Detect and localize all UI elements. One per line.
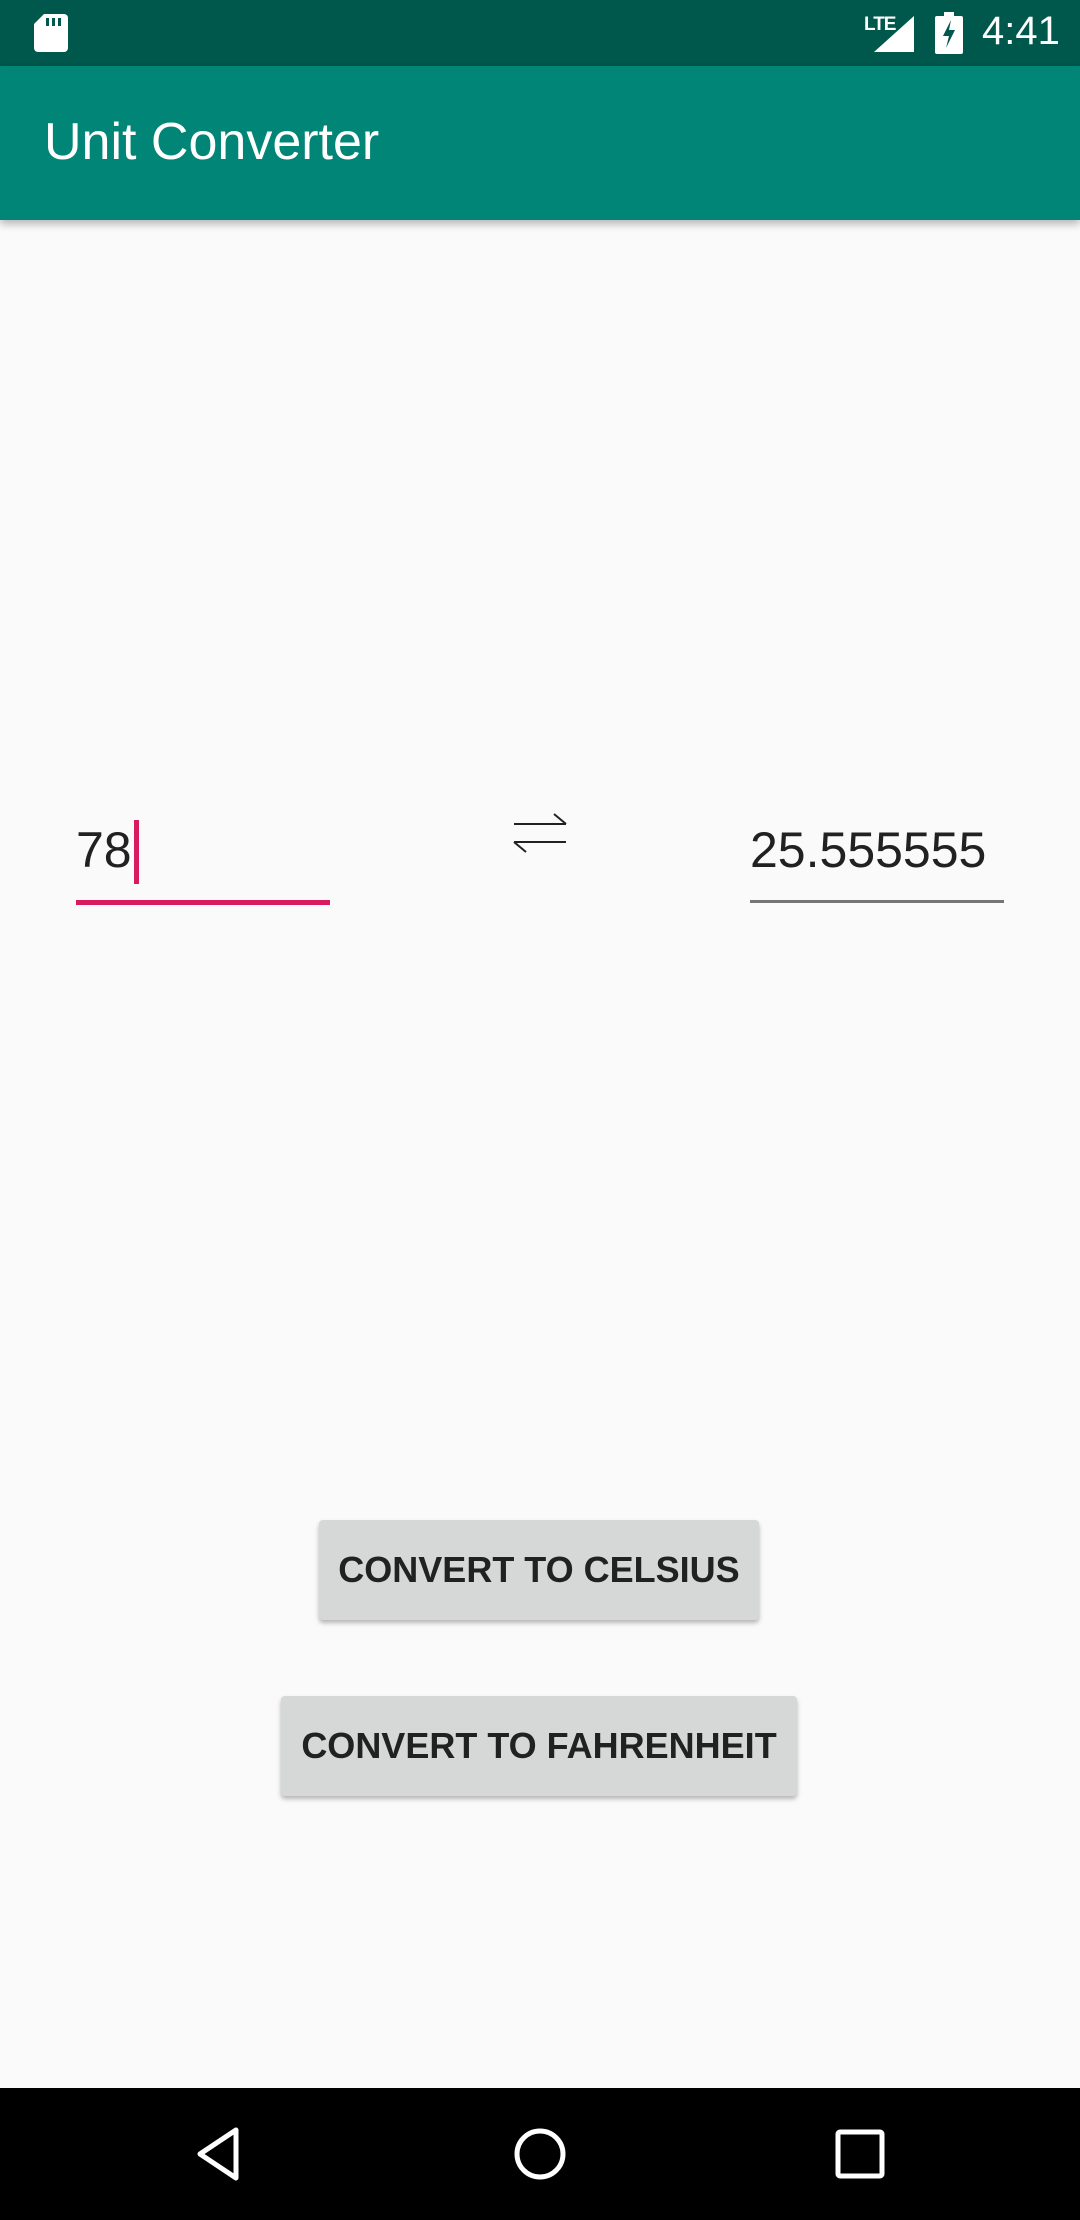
signal-icon — [874, 16, 914, 52]
recents-icon[interactable] — [830, 2124, 890, 2184]
sd-card-icon — [34, 14, 68, 52]
app-title: Unit Converter — [44, 113, 380, 171]
input-value-field[interactable]: 78 — [76, 818, 330, 905]
output-value: 25.555555 — [750, 822, 987, 878]
back-icon[interactable] — [190, 2124, 250, 2184]
convert-to-fahrenheit-button[interactable]: CONVERT TO FAHRENHEIT — [281, 1696, 797, 1796]
input-value: 78 — [76, 822, 132, 878]
app-bar: Unit Converter — [0, 66, 1080, 220]
status-bar: LTE 4:41 — [0, 0, 1080, 66]
clock: 4:41 — [982, 9, 1060, 53]
home-icon[interactable] — [510, 2124, 570, 2184]
battery-charging-icon — [935, 12, 963, 54]
output-value-field[interactable]: 25.555555 — [750, 818, 1004, 903]
convert-to-celsius-button[interactable]: CONVERT TO CELSIUS — [319, 1520, 759, 1620]
navigation-bar — [0, 2088, 1080, 2220]
input-value-text: 78 — [76, 820, 139, 884]
swap-arrows-icon — [513, 813, 567, 853]
text-cursor — [133, 820, 139, 884]
